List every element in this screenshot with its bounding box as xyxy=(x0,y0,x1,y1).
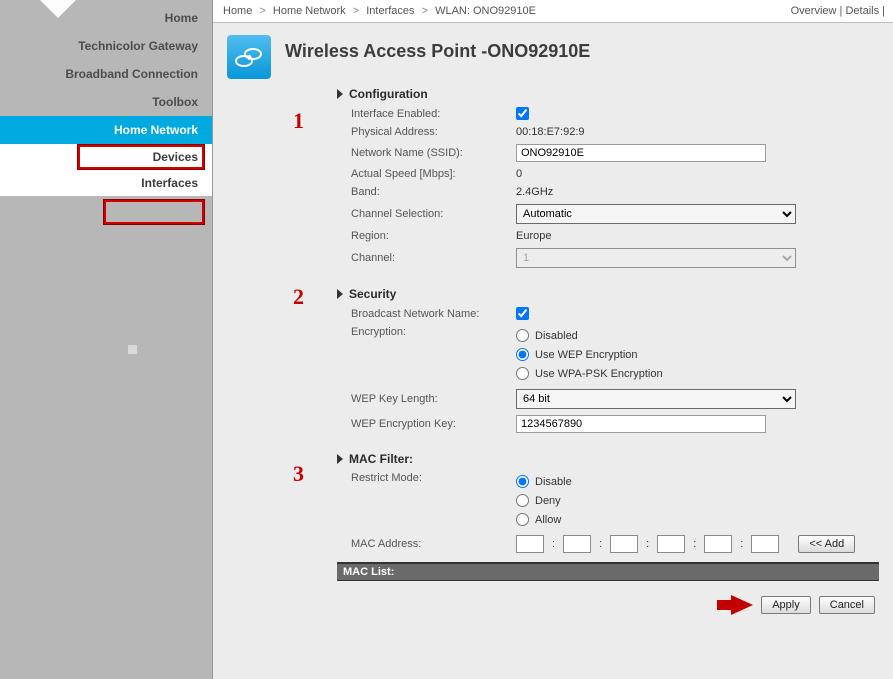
radio-label-deny: Deny xyxy=(535,495,561,507)
label-mac-address: MAC Address: xyxy=(351,538,516,550)
sep: | xyxy=(882,5,885,17)
label-interface-enabled: Interface Enabled: xyxy=(351,108,516,120)
select-wep-length[interactable]: 64 bit xyxy=(516,389,796,409)
radio-enc-wep[interactable] xyxy=(516,348,529,361)
main-panel: Home > Home Network > Interfaces > WLAN:… xyxy=(212,0,893,679)
label-encryption: Encryption: xyxy=(351,326,516,338)
input-wep-key[interactable] xyxy=(516,415,766,433)
section-security: Security xyxy=(337,287,879,301)
value-region: Europe xyxy=(516,230,879,242)
triangle-icon xyxy=(337,454,343,464)
radio-mac-deny[interactable] xyxy=(516,494,529,507)
link-details[interactable]: Details xyxy=(845,5,879,17)
annotation-step-2: 2 xyxy=(293,284,304,310)
radio-mac-disable[interactable] xyxy=(516,475,529,488)
crumb-wlan[interactable]: WLAN: ONO92910E xyxy=(435,5,536,17)
crumb-home[interactable]: Home xyxy=(223,5,252,17)
radio-mac-allow[interactable] xyxy=(516,513,529,526)
mac-seg-5[interactable] xyxy=(704,535,732,553)
input-ssid[interactable] xyxy=(516,144,766,162)
mac-seg-4[interactable] xyxy=(657,535,685,553)
label-broadcast-ssid: Broadcast Network Name: xyxy=(351,308,516,320)
value-actual-speed: 0 xyxy=(516,168,879,180)
crumb-sep: > xyxy=(418,5,432,17)
section-mac-filter: MAC Filter: xyxy=(337,452,879,466)
section-label: Security xyxy=(349,287,396,301)
triangle-icon xyxy=(337,289,343,299)
annotation-highlight-interfaces xyxy=(104,200,204,224)
breadcrumb: Home > Home Network > Interfaces > WLAN:… xyxy=(223,5,536,17)
mac-seg-2[interactable] xyxy=(563,535,591,553)
label-channel: Channel: xyxy=(351,252,516,264)
sidebar: Home Technicolor Gateway Broadband Conne… xyxy=(0,0,212,679)
label-ssid: Network Name (SSID): xyxy=(351,147,516,159)
crumb-sep: > xyxy=(255,5,269,17)
section-configuration: Configuration xyxy=(337,87,879,101)
mac-list-header: MAC List: xyxy=(337,562,879,581)
sidebar-subpanel: Devices Interfaces xyxy=(0,144,212,196)
section-label: Configuration xyxy=(349,87,428,101)
nav-home[interactable]: Home xyxy=(0,4,212,32)
select-channel-selection[interactable]: Automatic xyxy=(516,204,796,224)
radio-label-wpa: Use WPA-PSK Encryption xyxy=(535,368,663,380)
nav-toolbox[interactable]: Toolbox xyxy=(0,88,212,116)
annotation-step-1: 1 xyxy=(293,108,304,134)
breadcrumb-bar: Home > Home Network > Interfaces > WLAN:… xyxy=(213,0,893,23)
button-cancel[interactable]: Cancel xyxy=(819,596,875,614)
checkbox-broadcast-ssid[interactable] xyxy=(516,307,529,320)
label-restrict-mode: Restrict Mode: xyxy=(351,472,516,484)
decorative-square xyxy=(128,345,137,354)
content-area: Wireless Access Point -ONO92910E 1 2 3 C… xyxy=(213,23,893,679)
value-physical-address: 00:18:E7:92:9 xyxy=(516,126,879,138)
page-title: Wireless Access Point -ONO92910E xyxy=(285,35,590,62)
triangle-icon xyxy=(337,89,343,99)
label-physical-address: Physical Address: xyxy=(351,126,516,138)
corner-notch xyxy=(40,0,76,18)
checkbox-interface-enabled[interactable] xyxy=(516,107,529,120)
annotation-step-3: 3 xyxy=(293,461,304,487)
label-channel-selection: Channel Selection: xyxy=(351,208,516,220)
nav-technicolor-gateway[interactable]: Technicolor Gateway xyxy=(0,32,212,60)
sub-devices[interactable]: Devices xyxy=(0,144,212,170)
sub-interfaces[interactable]: Interfaces xyxy=(0,170,212,196)
radio-label-allow: Allow xyxy=(535,514,561,526)
radio-enc-wpa[interactable] xyxy=(516,367,529,380)
crumb-sep: > xyxy=(349,5,363,17)
radio-label-wep: Use WEP Encryption xyxy=(535,349,638,361)
mac-seg-3[interactable] xyxy=(610,535,638,553)
mac-seg-1[interactable] xyxy=(516,535,544,553)
nav-broadband-connection[interactable]: Broadband Connection xyxy=(0,60,212,88)
label-actual-speed: Actual Speed [Mbps]: xyxy=(351,168,516,180)
label-wep-key: WEP Encryption Key: xyxy=(351,418,516,430)
label-wep-length: WEP Key Length: xyxy=(351,393,516,405)
label-region: Region: xyxy=(351,230,516,242)
label-band: Band: xyxy=(351,186,516,198)
annotation-arrow-icon xyxy=(731,595,753,615)
radio-label-disabled: Disabled xyxy=(535,330,578,342)
button-apply[interactable]: Apply xyxy=(761,596,811,614)
mac-seg-6[interactable] xyxy=(751,535,779,553)
crumb-interfaces[interactable]: Interfaces xyxy=(366,5,414,17)
radio-enc-disabled[interactable] xyxy=(516,329,529,342)
select-channel[interactable]: 1 xyxy=(516,248,796,268)
radio-label-disable: Disable xyxy=(535,476,572,488)
wireless-icon xyxy=(227,35,271,79)
link-overview[interactable]: Overview xyxy=(791,5,837,17)
footer-buttons: Apply Cancel xyxy=(337,581,879,615)
value-band: 2.4GHz xyxy=(516,186,879,198)
crumb-home-network[interactable]: Home Network xyxy=(273,5,346,17)
view-links: Overview | Details | xyxy=(791,5,885,17)
nav-home-network[interactable]: Home Network xyxy=(0,116,212,144)
section-label: MAC Filter: xyxy=(349,452,413,466)
button-add-mac[interactable]: << Add xyxy=(798,535,855,553)
